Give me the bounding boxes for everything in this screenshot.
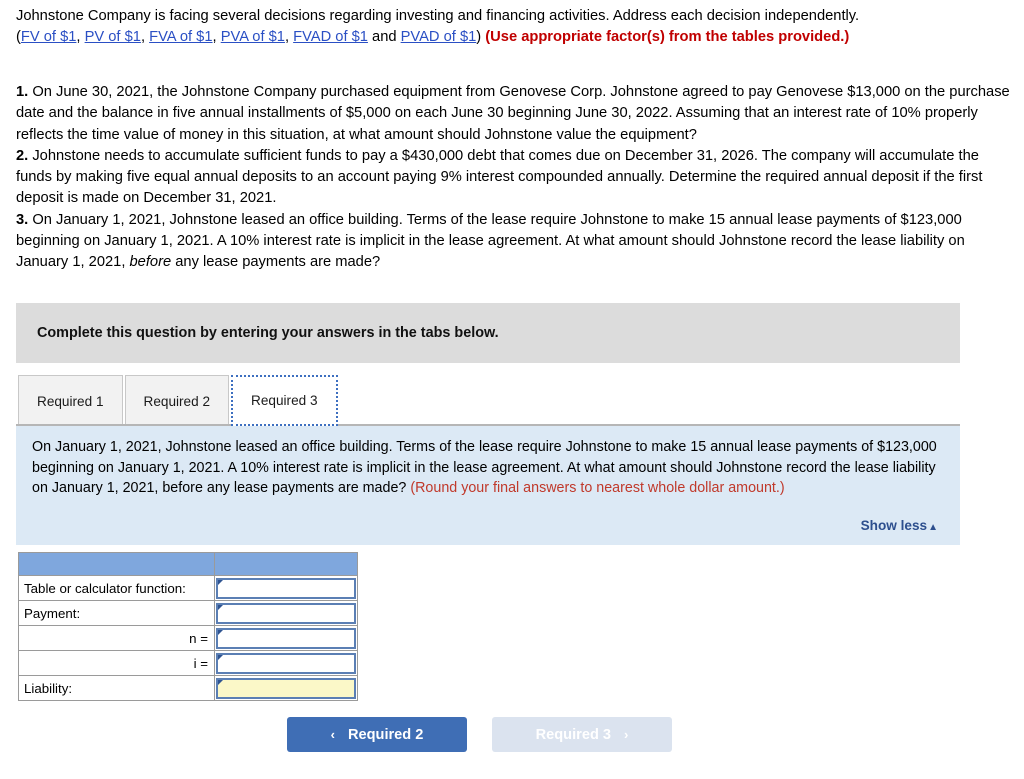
question-3-number: 3.	[16, 211, 29, 228]
next-button-label: Required 3	[535, 726, 612, 743]
cell-marker-icon	[218, 604, 223, 610]
cell-marker-icon	[218, 629, 223, 635]
row-label-i: i =	[18, 650, 215, 676]
cell-marker-icon	[218, 679, 223, 685]
close-paren: )	[476, 29, 482, 45]
question-1: 1. On June 30, 2021, the Johnstone Compa…	[16, 82, 1018, 146]
tab-required-1-label: Required 1	[37, 393, 104, 409]
input-n[interactable]	[216, 627, 356, 649]
row-label-payment: Payment:	[18, 600, 215, 626]
question-3: 3. On January 1, 2021, Johnstone leased …	[16, 210, 1018, 274]
table-header-cell-right	[214, 552, 358, 576]
sep-2: ,	[140, 29, 150, 45]
prev-required-2-button[interactable]: ‹ Required 2	[287, 717, 467, 752]
prev-button-label: Required 2	[347, 726, 424, 743]
link-fva-of-1[interactable]: FVA of $1	[149, 29, 212, 45]
answer-table: Table or calculator function: Payment: n…	[18, 552, 358, 701]
link-fvad-of-1[interactable]: FVAD of $1	[293, 29, 368, 45]
question-2-text: Johnstone needs to accumulate sufficient…	[16, 147, 983, 207]
navigation-buttons: ‹ Required 2 Required 3 ›	[287, 717, 672, 752]
table-row: Table or calculator function:	[18, 575, 358, 601]
row-label-table-function: Table or calculator function:	[18, 575, 215, 601]
question-3-emphasis: before	[129, 254, 172, 271]
row-value-n	[214, 625, 358, 651]
link-pva-of-1[interactable]: PVA of $1	[221, 29, 285, 45]
row-value-payment	[214, 600, 358, 626]
question-2-number: 2.	[16, 147, 29, 164]
tab-required-1[interactable]: Required 1	[18, 375, 123, 426]
sep-3: ,	[212, 29, 221, 45]
table-header-cell-left	[18, 552, 215, 576]
tab-required-3-label: Required 3	[251, 393, 318, 408]
row-value-liability	[214, 675, 358, 701]
table-row: i =	[18, 650, 358, 676]
question-1-number: 1.	[16, 84, 29, 100]
link-pvad-of-1[interactable]: PVAD of $1	[401, 29, 477, 45]
questions-list: 1. On June 30, 2021, the Johnstone Compa…	[16, 82, 1018, 274]
row-label-liability: Liability:	[18, 675, 215, 701]
input-table-function[interactable]	[216, 577, 356, 599]
input-i[interactable]	[216, 652, 356, 674]
requirement-3-panel: On January 1, 2021, Johnstone leased an …	[16, 424, 960, 545]
requirement-tabs: Required 1 Required 2 Required 3	[18, 373, 340, 426]
input-liability[interactable]	[216, 677, 356, 699]
table-row: Payment:	[18, 600, 358, 626]
sep-and: and	[367, 29, 401, 45]
row-value-i	[214, 650, 358, 676]
rounding-note: (Round your final answers to nearest who…	[410, 480, 785, 497]
instruction-text: Complete this question by entering your …	[37, 325, 499, 341]
cell-marker-icon	[218, 654, 223, 660]
tab-required-2[interactable]: Required 2	[124, 375, 230, 426]
row-value-table-function	[214, 575, 358, 601]
tab-required-3[interactable]: Required 3	[231, 375, 338, 426]
table-header-row	[18, 552, 358, 576]
intro-paragraph: Johnstone Company is facing several deci…	[16, 6, 1012, 48]
input-payment[interactable]	[216, 602, 356, 624]
question-2: 2. Johnstone needs to accumulate suffici…	[16, 146, 1018, 210]
exercise-page: Johnstone Company is facing several deci…	[0, 0, 1024, 779]
link-fv-of-1[interactable]: FV of $1	[21, 29, 77, 45]
tab-required-2-label: Required 2	[143, 393, 211, 409]
caret-up-icon: ▲	[928, 522, 938, 533]
cell-marker-icon	[218, 579, 223, 585]
show-less-label: Show less	[860, 518, 928, 533]
use-factors-note: (Use appropriate factor(s) from the tabl…	[485, 29, 850, 45]
question-3-text-after: any lease payments are made?	[171, 254, 381, 271]
chevron-left-icon: ‹	[330, 727, 335, 742]
requirement-3-body: On January 1, 2021, Johnstone leased an …	[16, 426, 960, 499]
intro-sentence: Johnstone Company is facing several deci…	[16, 8, 860, 24]
table-row: n =	[18, 625, 358, 651]
sep-4: ,	[284, 29, 294, 45]
chevron-right-icon: ›	[624, 727, 629, 742]
sep-1: ,	[76, 29, 85, 45]
row-label-n: n =	[18, 625, 215, 651]
link-pv-of-1[interactable]: PV of $1	[85, 29, 141, 45]
next-required-3-button[interactable]: Required 3 ›	[492, 717, 672, 752]
instruction-banner: Complete this question by entering your …	[16, 303, 960, 363]
show-less-link[interactable]: Show less▲	[861, 518, 938, 533]
question-1-text: On June 30, 2021, the Johnstone Company …	[16, 84, 1010, 143]
table-row: Liability:	[18, 675, 358, 701]
